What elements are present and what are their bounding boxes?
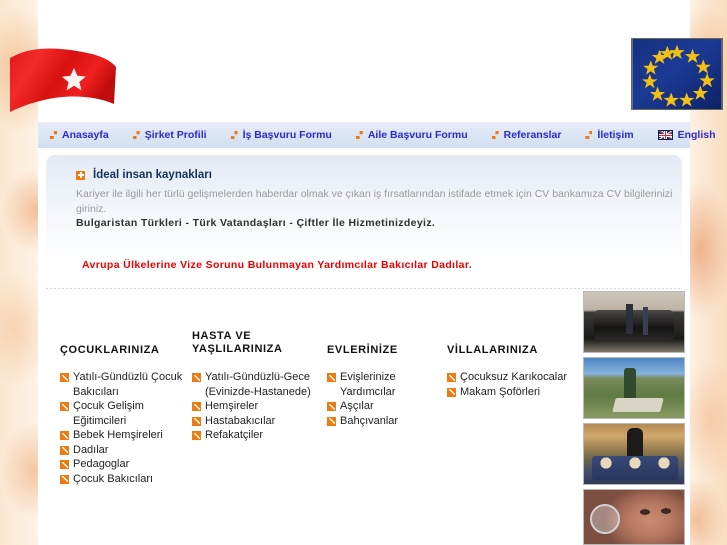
list-item-label: Makam Şoförleri	[460, 385, 541, 398]
nav-item-label: Anasayfa	[62, 129, 109, 141]
nav-item-label: İş Başvuru Formu	[242, 129, 332, 141]
list-item-label: Refakatçiler	[205, 429, 264, 441]
nav-item-is-basvuru-formu[interactable]: İş Başvuru Formu	[230, 129, 332, 141]
list-item[interactable]: Makam Şoförleri	[447, 385, 570, 400]
list-item[interactable]: Çocuk Bakıcıları	[60, 472, 192, 487]
intro-heading: İdeal insan kaynakları	[76, 169, 212, 181]
list-item-label: Evişlerinize Yardımcılar	[340, 371, 396, 398]
orange-square-arrow-icon	[60, 474, 69, 484]
uk-flag-icon	[657, 130, 673, 140]
orange-square-arrow-icon	[192, 416, 201, 426]
main-navigation[interactable]: Anasayfa Şirket Profili İş Başvuru Formu…	[38, 122, 716, 148]
orange-plus-icon	[76, 170, 85, 180]
nav-item-english[interactable]: English	[657, 129, 716, 141]
nav-item-label: Şirket Profili	[144, 129, 207, 141]
list-item-label: Hastabakıcılar	[205, 414, 276, 427]
nav-item-iletisim[interactable]: İletişim	[585, 129, 634, 141]
nav-item-anasayfa[interactable]: Anasayfa	[50, 129, 109, 141]
services-column-villalariniza: VİLLALARINIZA Çocuksuz Karıkocalar Makam…	[447, 330, 570, 525]
list-item-label: Bahçıvanlar	[340, 414, 399, 427]
list-item-label: Çocuk Bakıcıları	[73, 472, 154, 485]
list-item-label: Pedagoglar	[73, 458, 130, 470]
services-column-hasta-ve-yaslilariniza: HASTA VE YAŞLILARINIZA Yatılı-Gündüzlü-G…	[192, 330, 327, 525]
nav-item-label: Aile Başvuru Formu	[367, 129, 468, 141]
list-item-label: Çocuksuz Karıkocalar	[460, 371, 567, 383]
orange-arrow-icon	[50, 131, 57, 139]
nav-item-aile-basvuru-formu[interactable]: Aile Başvuru Formu	[355, 129, 468, 141]
orange-square-arrow-icon	[60, 445, 69, 455]
intro-bold-text: Bulgaristan Türkleri - Türk Vatandaşları…	[76, 217, 436, 229]
chauffeur-limousine-photo	[583, 291, 685, 353]
list-item[interactable]: Hemşireler	[192, 399, 327, 414]
list-item-label: Hemşireler	[205, 400, 259, 412]
visa-notice-text: Avrupa Ülkelerine Vize Sorunu Bulunmayan…	[82, 259, 472, 271]
services-column-evlerinize: EVLERİNİZE Evişlerinize Yardımcılar Aşçı…	[327, 330, 447, 525]
list-item[interactable]: Evişlerinize Yardımcılar	[327, 370, 447, 399]
services-columns: ÇOCUKLARINIZA Yatılı-Gündüzlü Çocuk Bakı…	[60, 330, 570, 525]
list-item-label: Yatılı-Gündüzlü-Gece (Evinizde-Hastanede…	[205, 371, 311, 398]
orange-square-arrow-icon	[60, 460, 69, 469]
list-item[interactable]: Hastabakıcılar	[192, 414, 327, 429]
orange-arrow-icon	[132, 131, 140, 139]
nav-item-label: İletişim	[597, 129, 634, 141]
column-title: VİLLALARINIZA	[447, 344, 538, 356]
column-title: ÇOCUKLARINIZA	[60, 344, 160, 356]
orange-square-arrow-icon	[60, 431, 69, 440]
list-item[interactable]: Yatılı-Gündüzlü-Gece (Evinizde-Hastanede…	[192, 370, 327, 399]
nav-item-referanslar[interactable]: Referanslar	[491, 129, 562, 141]
list-item-label: Yatılı-Gündüzlü Çocuk Bakıcıları	[73, 371, 183, 398]
list-item[interactable]: Aşçılar	[327, 399, 447, 414]
list-item-label: Aşçılar	[340, 400, 374, 412]
orange-square-arrow-icon	[327, 373, 336, 382]
orange-square-arrow-icon	[327, 416, 336, 426]
european-union-flag-icon	[631, 38, 723, 110]
intro-panel: İdeal insan kaynakları Kariyer ile ilgil…	[46, 155, 682, 285]
orange-arrow-icon	[491, 131, 499, 139]
section-divider	[46, 288, 682, 289]
baby-photo	[583, 489, 685, 545]
column-title: EVLERİNİZE	[327, 344, 398, 356]
services-column-cocuklariniza: ÇOCUKLARINIZA Yatılı-Gündüzlü Çocuk Bakı…	[60, 330, 192, 525]
page-background: Anasayfa Şirket Profili İş Başvuru Formu…	[0, 0, 727, 545]
gardener-photo	[583, 357, 685, 419]
list-item[interactable]: Pedagoglar	[60, 457, 192, 472]
orange-square-arrow-icon	[192, 431, 201, 440]
column-title: HASTA VE YAŞLILARINIZA	[192, 330, 283, 355]
orange-square-arrow-icon	[447, 387, 456, 397]
turkish-flag-icon	[10, 48, 116, 112]
intro-body-text: Kariyer ile ilgili her türlü gelişmelerd…	[76, 188, 673, 215]
list-item[interactable]: Yatılı-Gündüzlü Çocuk Bakıcıları	[60, 370, 192, 399]
orange-arrow-icon	[355, 131, 363, 139]
orange-square-arrow-icon	[60, 402, 69, 411]
services-list: Yatılı-Gündüzlü Çocuk Bakıcıları Çocuk G…	[60, 370, 192, 486]
orange-square-arrow-icon	[60, 373, 69, 382]
orange-square-arrow-icon	[192, 373, 201, 382]
nav-item-label: English	[677, 129, 716, 141]
orange-arrow-icon	[230, 131, 238, 139]
list-item[interactable]: Refakatçiler	[192, 428, 327, 443]
list-item-label: Bebek Hemşireleri	[73, 429, 163, 441]
list-item-label: Çocuk Gelişim Eğitimcileri	[73, 400, 144, 427]
list-item[interactable]: Çocuksuz Karıkocalar	[447, 370, 570, 385]
services-list: Çocuksuz Karıkocalar Makam Şoförleri	[447, 370, 570, 399]
services-list: Yatılı-Gündüzlü-Gece (Evinizde-Hastanede…	[192, 370, 327, 443]
photo-strip	[583, 291, 685, 545]
services-list: Evişlerinize Yardımcılar Aşçılar Bahçıva…	[327, 370, 447, 428]
nav-item-label: Referanslar	[503, 129, 562, 141]
nav-item-sirket-profili[interactable]: Şirket Profili	[132, 129, 207, 141]
orange-arrow-icon	[585, 131, 593, 139]
list-item[interactable]: Bebek Hemşireleri	[60, 428, 192, 443]
orange-square-arrow-icon	[192, 402, 201, 411]
list-item[interactable]: Bahçıvanlar	[327, 414, 447, 429]
nanny-with-triplets-photo	[583, 423, 685, 485]
intro-heading-label: İdeal insan kaynakları	[93, 169, 212, 181]
list-item-label: Dadılar	[73, 443, 109, 456]
orange-square-arrow-icon	[327, 402, 336, 411]
orange-square-arrow-icon	[447, 373, 456, 382]
list-item[interactable]: Dadılar	[60, 443, 192, 458]
list-item[interactable]: Çocuk Gelişim Eğitimcileri	[60, 399, 192, 428]
